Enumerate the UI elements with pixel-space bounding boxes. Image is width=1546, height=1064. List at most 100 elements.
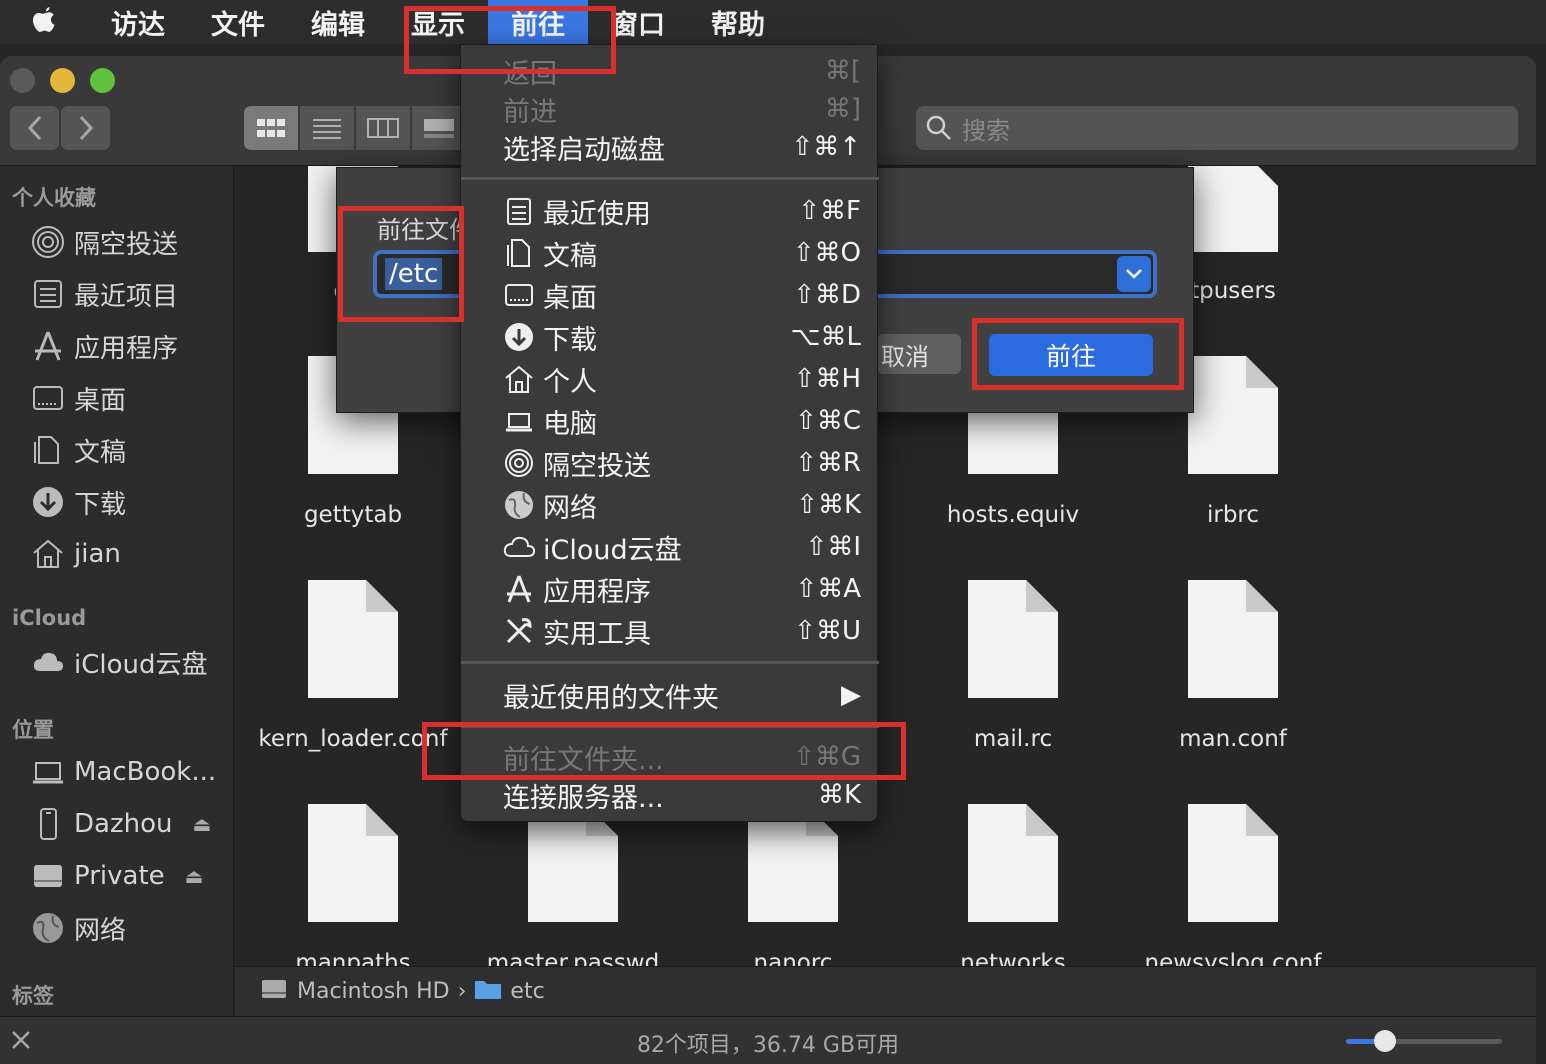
file-item[interactable]: networks: [903, 804, 1123, 966]
document-icon: [1188, 804, 1278, 922]
menu-item-forward[interactable]: 前进 ⌘]: [461, 88, 879, 130]
close-button[interactable]: [10, 68, 35, 93]
annotation-box-goto-folder: [422, 722, 906, 780]
menu-item-utilities[interactable]: 实用工具 ⇧⌘U: [461, 610, 879, 652]
menu-item-label: 电脑: [543, 408, 597, 440]
menu-item-shortcut: ⇧⌘C: [795, 406, 861, 436]
menu-item-icloud-drive[interactable]: iCloud云盘 ⇧⌘I: [461, 526, 879, 568]
sidebar-item-label: 最近项目: [74, 281, 179, 312]
document-icon: [968, 580, 1058, 698]
home-icon: [30, 536, 66, 572]
path-item-folder[interactable]: etc: [510, 979, 544, 1004]
status-bar: 82个项目，36.74 GB可用: [0, 1016, 1536, 1064]
sidebar-item-dazhou[interactable]: Dazhou ⏏: [30, 804, 211, 844]
chevron-right-icon: [79, 115, 93, 141]
go-menu: 返回 ⌘[ 前进 ⌘] 选择启动磁盘 ⇧⌘↑ 最近使用 ⇧⌘F 文稿 ⇧⌘O 桌…: [460, 44, 879, 822]
icon-view-button[interactable]: [244, 106, 298, 150]
path-separator: ›: [457, 979, 467, 1004]
file-name: master.passwd: [486, 950, 660, 966]
menu-item-recent-folders[interactable]: 最近使用的文件夹 ▶: [461, 674, 879, 716]
list-icon: [313, 119, 341, 139]
zoom-button[interactable]: [90, 68, 115, 93]
sidebar-item-applications[interactable]: 应用程序: [30, 326, 178, 366]
folder-icon: [474, 978, 502, 1006]
list-view-button[interactable]: [300, 106, 354, 150]
gallery-view-button[interactable]: [412, 106, 466, 150]
slider-knob[interactable]: [1374, 1030, 1396, 1052]
menu-item-label: 前进: [503, 96, 557, 128]
view-switcher: [244, 106, 468, 150]
eject-icon[interactable]: ⏏: [192, 812, 211, 836]
minimize-button[interactable]: [50, 68, 75, 93]
search-field[interactable]: 搜索: [916, 106, 1518, 150]
file-item[interactable]: mail.rc: [903, 580, 1123, 752]
menu-item-connect-server[interactable]: 连接服务器... ⌘K: [461, 774, 879, 816]
path-bar: Macintosh HD › etc: [235, 966, 1536, 1016]
sidebar-item-label: MacBook...: [74, 757, 217, 787]
sidebar-item-desktop[interactable]: 桌面: [30, 378, 126, 418]
menu-item-label: 下载: [543, 324, 597, 356]
cancel-button[interactable]: 取消: [877, 334, 961, 374]
file-item[interactable]: man.conf: [1123, 580, 1343, 752]
path-item-disk[interactable]: Macintosh HD: [297, 979, 450, 1004]
history-dropdown-button[interactable]: [1117, 256, 1151, 292]
menu-item-desktop[interactable]: 桌面 ⇧⌘D: [461, 274, 879, 316]
download-icon: [30, 484, 66, 520]
file-name: networks: [960, 950, 1066, 966]
sidebar-item-label: 下载: [74, 489, 127, 520]
menu-separator: [461, 177, 879, 180]
menu-item-shortcut: ⇧⌘A: [795, 574, 861, 604]
sidebar-item-macbook[interactable]: MacBook...: [30, 752, 216, 792]
column-view-button[interactable]: [356, 106, 410, 150]
back-button[interactable]: [10, 106, 59, 150]
sidebar-item-icloud-drive[interactable]: iCloud云盘: [30, 642, 208, 682]
file-item[interactable]: nanorc: [683, 804, 903, 966]
recents-icon: [501, 193, 537, 229]
columns-icon: [367, 118, 399, 138]
menu-file[interactable]: 文件: [188, 0, 288, 44]
menu-item-downloads[interactable]: 下载 ⌥⌘L: [461, 316, 879, 358]
menu-item-applications[interactable]: 应用程序 ⇧⌘A: [461, 568, 879, 610]
sidebar-item-airdrop[interactable]: 隔空投送: [30, 222, 178, 262]
menu-item-label: 最近使用的文件夹: [503, 682, 719, 714]
file-name: hosts.equiv: [946, 502, 1080, 528]
sidebar-item-label: iCloud云盘: [74, 649, 208, 680]
menu-item-network[interactable]: 网络 ⇧⌘K: [461, 484, 879, 526]
sidebar-item-recents[interactable]: 最近项目: [30, 274, 178, 314]
applications-icon: [501, 571, 537, 607]
menu-help[interactable]: 帮助: [688, 0, 788, 44]
menu-separator: [461, 661, 879, 664]
forward-button[interactable]: [61, 106, 110, 150]
menu-item-airdrop[interactable]: 隔空投送 ⇧⌘R: [461, 442, 879, 484]
file-name: newsyslog.conf: [1144, 950, 1322, 966]
search-icon: [926, 115, 951, 140]
file-item[interactable]: newsyslog.conf: [1123, 804, 1343, 966]
menu-item-shortcut: ⇧⌘K: [796, 490, 861, 520]
file-name: nanorc: [753, 950, 833, 966]
menu-item-startup-disk[interactable]: 选择启动磁盘 ⇧⌘↑: [461, 126, 879, 168]
menu-item-documents[interactable]: 文稿 ⇧⌘O: [461, 232, 879, 274]
hard-drive-icon: [261, 977, 287, 1007]
menu-edit[interactable]: 编辑: [288, 0, 388, 44]
document-icon: [1188, 356, 1278, 474]
sidebar-item-downloads[interactable]: 下载: [30, 482, 126, 522]
sidebar-item-label: jian: [74, 539, 121, 569]
file-item[interactable]: master.passwd: [463, 804, 683, 966]
eject-icon[interactable]: ⏏: [185, 864, 204, 888]
menu-item-label: 连接服务器...: [503, 782, 664, 814]
icon-size-slider[interactable]: [1346, 1030, 1502, 1052]
sidebar-item-documents[interactable]: 文稿: [30, 430, 126, 470]
sidebar-item-network[interactable]: 网络: [30, 908, 126, 948]
menu-finder[interactable]: 访达: [88, 0, 188, 44]
menu-item-computer[interactable]: 电脑 ⇧⌘C: [461, 400, 879, 442]
menu-item-shortcut: ⇧⌘D: [793, 280, 861, 310]
apple-menu-icon[interactable]: [0, 0, 88, 44]
sidebar-item-home[interactable]: jian: [30, 534, 121, 574]
menu-item-label: 实用工具: [543, 618, 651, 650]
sidebar-item-private[interactable]: Private ⏏: [30, 856, 204, 896]
menu-item-home[interactable]: 个人 ⇧⌘H: [461, 358, 879, 400]
menu-item-recents[interactable]: 最近使用 ⇧⌘F: [461, 190, 879, 232]
gallery-icon: [424, 119, 454, 138]
file-item[interactable]: manpaths: [243, 804, 463, 966]
sidebar: 个人收藏 隔空投送 最近项目 应用程序 桌面 文稿 下载 jian iCloud…: [0, 166, 234, 1016]
